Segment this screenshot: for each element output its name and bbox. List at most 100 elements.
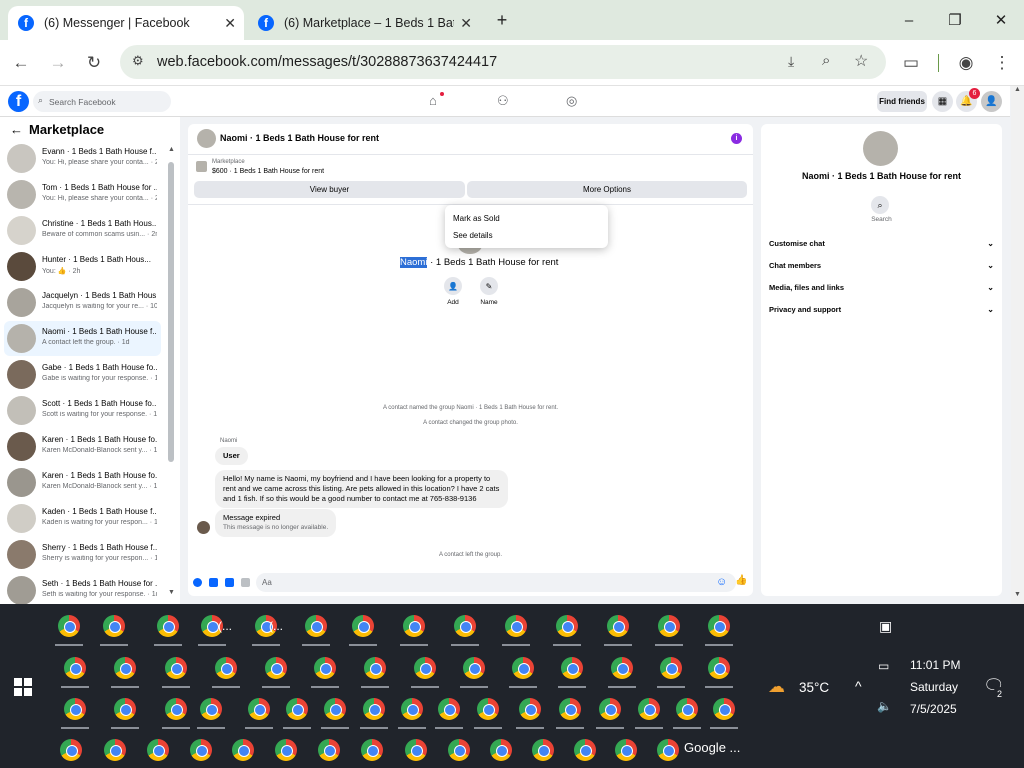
conversation-item[interactable]: Jacquelyn · 1 Beds 1 Bath Hous... Jacquel…	[4, 285, 161, 320]
conversation-item[interactable]: Seth · 1 Beds 1 Bath House for ... Seth i…	[4, 573, 161, 608]
chrome-taskbar-icon[interactable]	[324, 698, 346, 720]
chrome-taskbar-icon[interactable]	[676, 698, 698, 720]
chrome-taskbar-icon[interactable]	[490, 739, 512, 761]
more-options-button[interactable]: More Options	[467, 181, 747, 198]
volume-icon[interactable]: 🔈	[877, 699, 892, 713]
scroll-up-icon[interactable]: ▲	[1014, 86, 1021, 93]
meet-now-icon[interactable]: ▣	[879, 618, 892, 635]
gif-icon[interactable]	[241, 578, 250, 587]
chat-avatar[interactable]	[197, 129, 216, 148]
chrome-taskbar-icon[interactable]	[64, 698, 86, 720]
forward-arrow-icon[interactable]: →	[47, 52, 69, 74]
find-friends-button[interactable]: Find friends	[877, 91, 927, 112]
install-app-icon[interactable]: ⤓	[788, 53, 794, 70]
chrome-taskbar-icon[interactable]	[657, 739, 679, 761]
chrome-taskbar-icon[interactable]	[364, 657, 386, 679]
menu-grid-icon[interactable]: ▦	[932, 91, 953, 112]
scroll-down-icon[interactable]: ▼	[168, 589, 175, 596]
chrome-taskbar-icon[interactable]	[157, 615, 179, 637]
edit-name-icon[interactable]: ✎	[480, 277, 498, 295]
chrome-taskbar-icon[interactable]	[414, 657, 436, 679]
scroll-down-icon[interactable]: ▼	[1014, 591, 1021, 598]
home-icon[interactable]: ⌂	[429, 93, 437, 108]
chrome-taskbar-icon[interactable]	[438, 698, 460, 720]
chat-title[interactable]: Naomi · 1 Beds 1 Bath House for rent	[220, 133, 379, 143]
menu-kebab-icon[interactable]: ⋮	[991, 52, 1013, 74]
chrome-taskbar-icon[interactable]	[638, 698, 660, 720]
conversation-item[interactable]: Kaden · 1 Beds 1 Bath House f... Kaden is…	[4, 501, 161, 536]
chrome-taskbar-icon[interactable]	[232, 739, 254, 761]
chrome-taskbar-icon[interactable]	[147, 739, 169, 761]
site-settings-icon[interactable]: ⚙	[132, 53, 144, 69]
chrome-taskbar-icon[interactable]	[352, 615, 374, 637]
like-icon[interactable]: 👍	[735, 575, 747, 586]
chrome-taskbar-icon[interactable]	[60, 739, 82, 761]
chrome-taskbar-icon[interactable]	[114, 657, 136, 679]
view-buyer-button[interactable]: View buyer	[194, 181, 465, 198]
close-tab-icon[interactable]: ✕	[224, 15, 236, 32]
mark-as-sold-menu-item[interactable]: Mark as Sold	[453, 214, 500, 223]
chrome-taskbar-icon[interactable]	[401, 698, 423, 720]
bookmark-star-icon[interactable]: ☆	[854, 51, 868, 71]
conversation-item[interactable]: Karen · 1 Beds 1 Bath House fo... Karen M…	[4, 429, 161, 464]
zoom-icon[interactable]: ⌕	[822, 52, 830, 69]
plus-icon[interactable]	[193, 578, 202, 587]
chrome-taskbar-icon[interactable]	[190, 739, 212, 761]
chrome-taskbar-icon[interactable]	[505, 615, 527, 637]
search-icon[interactable]: ⌕	[871, 196, 889, 214]
clock-time[interactable]: 11:01 PM	[910, 658, 960, 672]
back-arrow-icon[interactable]: ←	[10, 52, 32, 74]
chrome-taskbar-icon[interactable]	[305, 615, 327, 637]
chrome-taskbar-icon[interactable]	[660, 657, 682, 679]
chrome-taskbar-icon[interactable]	[611, 657, 633, 679]
message-input[interactable]: Aa	[256, 573, 736, 592]
facebook-logo-icon[interactable]: f	[8, 91, 29, 112]
chrome-taskbar-icon[interactable]	[314, 657, 336, 679]
chrome-taskbar-icon[interactable]	[165, 657, 187, 679]
chrome-taskbar-icon[interactable]	[574, 739, 596, 761]
chrome-taskbar-icon[interactable]	[477, 698, 499, 720]
windows-start-icon[interactable]	[14, 678, 32, 696]
chrome-taskbar-icon[interactable]	[361, 739, 383, 761]
privacy-support-section[interactable]: Privacy and support ⌄	[769, 305, 994, 314]
network-icon[interactable]: ▭	[878, 659, 889, 673]
facebook-search-input[interactable]: ⌕ Search Facebook	[33, 91, 171, 112]
conversation-item[interactable]: Christine · 1 Beds 1 Bath Hous... Beware …	[4, 213, 161, 248]
group-avatar[interactable]	[863, 131, 898, 166]
scroll-up-icon[interactable]: ▲	[168, 146, 175, 153]
cast-icon[interactable]: ▭	[900, 52, 922, 74]
friends-icon[interactable]: ⚇	[497, 93, 509, 109]
chrome-taskbar-icon[interactable]	[556, 615, 578, 637]
temperature[interactable]: 35°C	[799, 680, 829, 695]
chrome-taskbar-icon[interactable]	[403, 615, 425, 637]
new-tab-button[interactable]: +	[490, 0, 514, 40]
chrome-taskbar-icon[interactable]	[713, 698, 735, 720]
address-bar[interactable]: ⚙ web.facebook.com/messages/t/3028887363…	[120, 45, 886, 79]
chrome-taskbar-icon[interactable]	[165, 698, 187, 720]
chrome-taskbar-icon[interactable]	[286, 698, 308, 720]
chrome-taskbar-icon[interactable]	[215, 657, 237, 679]
message-bubble[interactable]: User	[215, 447, 248, 465]
clock-day[interactable]: Saturday	[910, 680, 958, 694]
chrome-taskbar-icon[interactable]	[104, 739, 126, 761]
conversation-item[interactable]: Scott · 1 Beds 1 Bath House fo... Scott i…	[4, 393, 161, 428]
conversation-item[interactable]: Gabe · 1 Beds 1 Bath House fo... Gabe is …	[4, 357, 161, 392]
chrome-taskbar-icon[interactable]	[64, 657, 86, 679]
chrome-taskbar-icon[interactable]	[561, 657, 583, 679]
chrome-taskbar-icon[interactable]	[405, 739, 427, 761]
sender-avatar[interactable]	[197, 521, 210, 534]
conversation-item[interactable]: Evann · 1 Beds 1 Bath House f... You: Hi,…	[4, 141, 161, 176]
add-person-icon[interactable]: 👤	[444, 277, 462, 295]
chrome-taskbar-icon[interactable]	[103, 615, 125, 637]
chrome-taskbar-icon[interactable]	[463, 657, 485, 679]
chrome-taskbar-icon[interactable]	[58, 615, 80, 637]
media-files-links-section[interactable]: Media, files and links ⌄	[769, 283, 994, 292]
chrome-taskbar-icon[interactable]	[615, 739, 637, 761]
back-arrow-icon[interactable]: ←	[10, 122, 23, 137]
chrome-taskbar-icon[interactable]	[318, 739, 340, 761]
conversation-item[interactable]: Hunter · 1 Beds 1 Bath Hous... You: 👍 · 2…	[4, 249, 161, 284]
sticker-icon[interactable]	[225, 578, 234, 587]
chrome-taskbar-icon[interactable]	[599, 698, 621, 720]
minimize-button[interactable]: –	[886, 0, 932, 40]
tab-marketplace[interactable]: f (6) Marketplace – 1 Beds 1 Bath ✕	[248, 6, 480, 40]
